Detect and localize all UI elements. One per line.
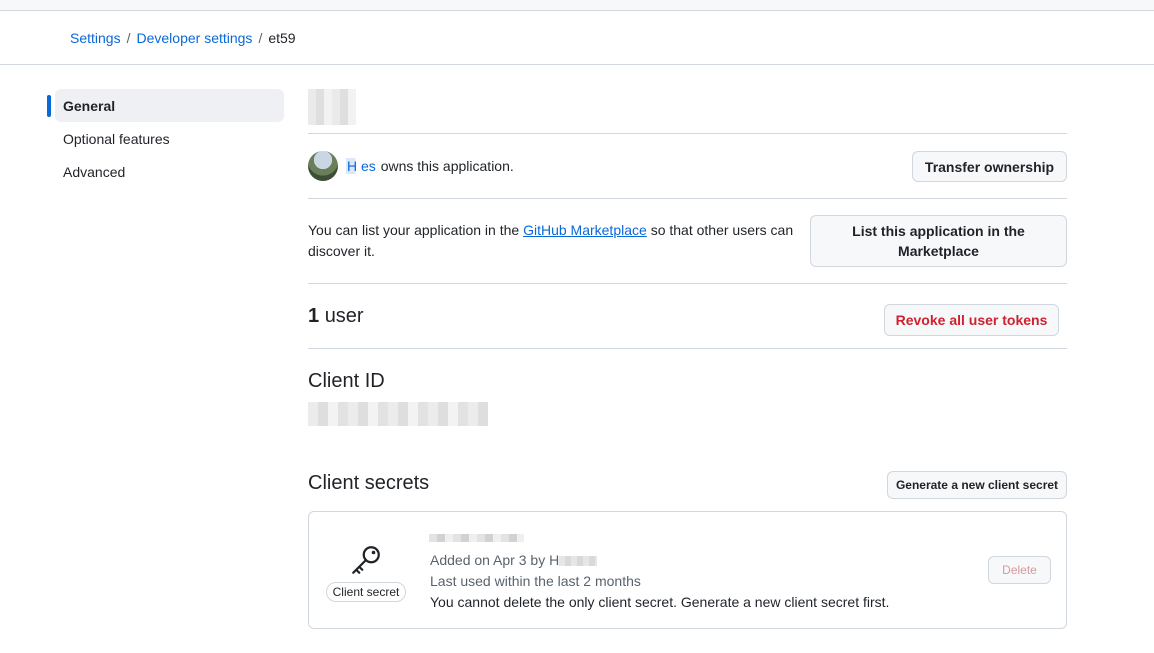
- sidebar: General Optional features Advanced: [47, 89, 284, 188]
- top-bar: [0, 0, 1154, 11]
- breadcrumb-separator: /: [258, 30, 263, 46]
- client-secret-added-by: H: [549, 552, 560, 568]
- sidebar-item-advanced[interactable]: Advanced: [47, 155, 284, 188]
- revoke-all-user-tokens-button[interactable]: Revoke all user tokens: [884, 304, 1059, 336]
- header-divider: [0, 64, 1154, 65]
- users-count-number: 1: [308, 305, 320, 327]
- sidebar-item-label: Advanced: [63, 163, 126, 180]
- list-in-marketplace-button[interactable]: List this application in the Marketplace: [810, 215, 1067, 267]
- breadcrumb-current: et59: [268, 30, 296, 46]
- sidebar-item-general[interactable]: General: [47, 89, 284, 122]
- client-secret-details: Added on Apr 3 by H Last used within the…: [430, 550, 889, 613]
- client-secret-badge: Client secret: [325, 582, 407, 602]
- key-icon: [352, 546, 380, 574]
- client-id-redacted: [308, 402, 488, 426]
- transfer-ownership-button[interactable]: Transfer ownership: [912, 151, 1067, 182]
- github-marketplace-link[interactable]: GitHub Marketplace: [523, 222, 647, 238]
- sidebar-item-optional-features[interactable]: Optional features: [47, 122, 284, 155]
- marketplace-description: You can list your application in the Git…: [308, 220, 798, 262]
- breadcrumb: Settings / Developer settings / et59: [70, 30, 296, 46]
- client-secret-warning: You cannot delete the only client secret…: [430, 594, 890, 610]
- client-secret-card: Client secret Added on Apr 3 by H Last u…: [308, 511, 1067, 629]
- marketplace-text-before: You can list your application in the: [308, 222, 520, 238]
- added-by-redacted: [559, 556, 598, 567]
- divider: [308, 133, 1067, 134]
- breadcrumb-settings-link[interactable]: Settings: [70, 30, 121, 46]
- divider: [308, 348, 1067, 349]
- owner-suffix: owns this application.: [380, 158, 514, 174]
- breadcrumb-separator: /: [126, 30, 131, 46]
- client-secret-added: Added on Apr 3 by: [430, 552, 546, 568]
- app-name-redacted: [308, 89, 356, 125]
- client-secret-last-used: Last used within the last 2 months: [430, 573, 641, 589]
- users-count: 1 user: [308, 305, 364, 328]
- divider: [308, 283, 1067, 284]
- delete-client-secret-button[interactable]: Delete: [988, 556, 1051, 584]
- client-id-title: Client ID: [308, 370, 385, 392]
- sidebar-item-label: Optional features: [63, 130, 170, 147]
- owner-username-link[interactable]: H es: [346, 158, 377, 174]
- divider: [308, 198, 1067, 199]
- client-secret-badge-group: Client secret: [325, 542, 407, 602]
- client-secret-redacted: [429, 534, 524, 542]
- breadcrumb-developer-settings-link[interactable]: Developer settings: [136, 30, 252, 46]
- sidebar-item-label: General: [63, 97, 116, 114]
- client-secret-added-line: Added on Apr 3 by H: [430, 550, 889, 571]
- users-count-label: user: [324, 305, 364, 327]
- client-secrets-title: Client secrets: [308, 472, 430, 494]
- generate-client-secret-button[interactable]: Generate a new client secret: [887, 471, 1067, 499]
- avatar[interactable]: [308, 151, 338, 181]
- owner-text: H es owns this application.: [346, 158, 514, 174]
